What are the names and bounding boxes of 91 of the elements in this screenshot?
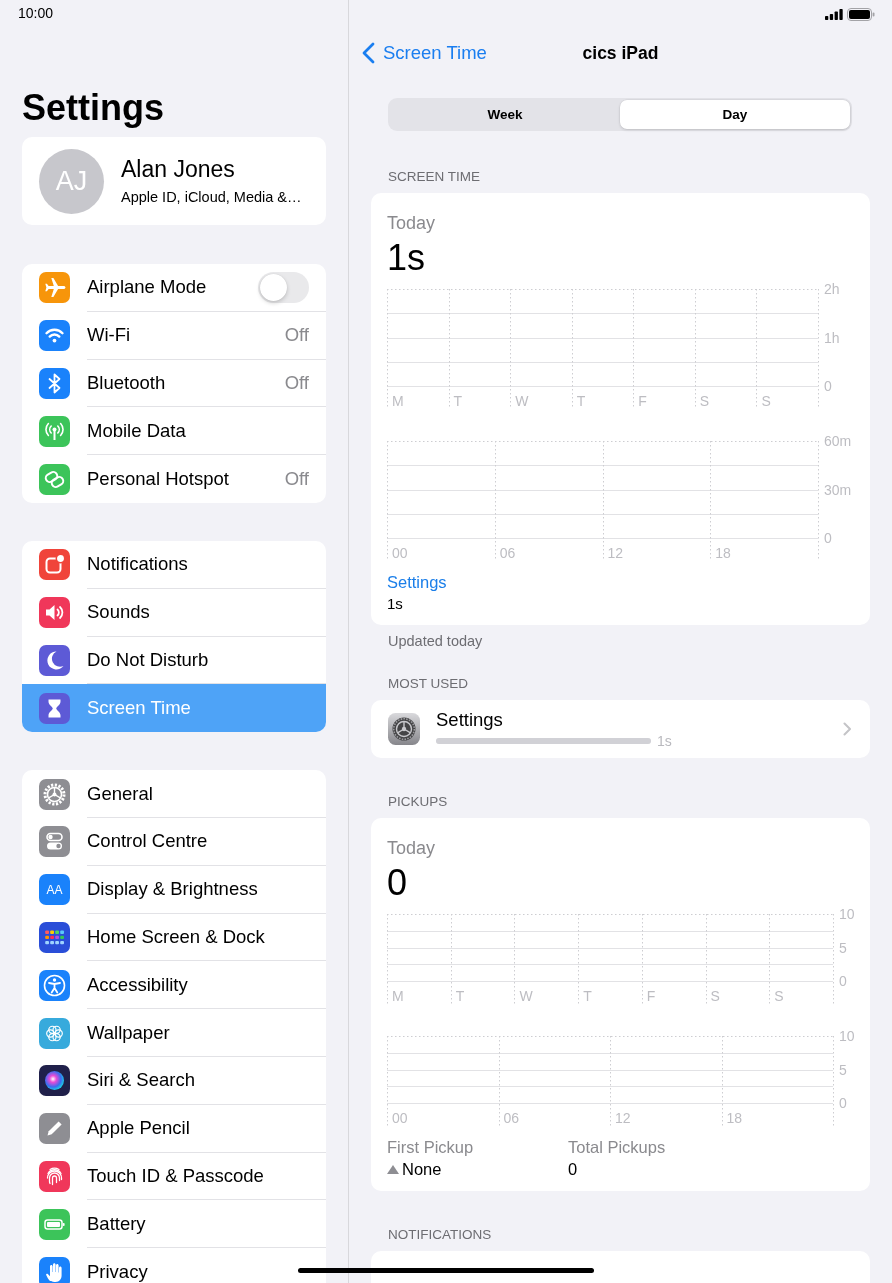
axis-label: 06 <box>499 545 516 561</box>
settings-row[interactable]: Sounds <box>22 588 326 637</box>
back-button[interactable]: Screen Time <box>362 42 487 64</box>
row-value: Off <box>284 468 309 491</box>
segment-tab[interactable]: Week <box>390 100 620 129</box>
profile-name: Alan Jones <box>121 155 236 183</box>
settings-row[interactable]: Personal Hotspot Off <box>22 455 326 503</box>
settings-row[interactable]: AA Display & Brightness <box>22 865 326 914</box>
avatar: AJ <box>39 148 104 214</box>
settings-row[interactable]: Battery <box>22 1200 326 1249</box>
section-header: PICKUPS <box>387 794 449 810</box>
axis-label: 0 <box>839 973 847 989</box>
segment-tab[interactable]: Day <box>620 100 850 129</box>
section-header: MOST USED <box>387 676 469 692</box>
settings-row[interactable]: Siri & Search <box>22 1056 326 1105</box>
settings-row[interactable]: Wallpaper <box>22 1009 326 1057</box>
settings-row[interactable]: General <box>22 770 326 818</box>
chevron-right-icon <box>843 722 851 736</box>
axis-label: 12 <box>607 545 624 561</box>
section-header: SCREEN TIME <box>387 169 481 185</box>
axis-label: M <box>392 393 404 409</box>
total-value: 1s <box>387 238 427 278</box>
axis-label: F <box>646 988 656 1004</box>
triangle-icon <box>387 1164 399 1174</box>
axis-label: 60m <box>824 433 852 449</box>
axis-label: F <box>638 393 647 409</box>
axis-label: M <box>392 988 404 1004</box>
chevron-left-icon <box>362 42 375 64</box>
usage-time: 1s <box>657 733 672 749</box>
axis-label: 12 <box>615 1110 631 1126</box>
axis-label: T <box>583 988 592 1004</box>
settings-row[interactable]: Touch ID & Passcode <box>22 1152 326 1201</box>
row-value: Off <box>284 372 309 394</box>
toggle-switch[interactable] <box>258 271 309 303</box>
axis-label: 18 <box>715 545 731 561</box>
axis-label: 00 <box>392 545 408 561</box>
axis-label: S <box>774 988 784 1004</box>
axis-label: 0 <box>839 1095 847 1111</box>
axis-label: 00 <box>392 1110 408 1126</box>
total-value: 0 <box>387 863 409 903</box>
profile-subtitle: Apple ID, iCloud, Media &… <box>121 188 302 207</box>
axis-label: 18 <box>726 1110 743 1126</box>
axis-label: 5 <box>839 939 847 956</box>
category-label: Settings <box>387 572 448 592</box>
stat-label: Total Pickups <box>568 1137 667 1157</box>
status-time: 10:00 <box>18 5 54 21</box>
axis-label: 06 <box>503 1110 520 1126</box>
axis-label: 1h <box>824 329 840 346</box>
axis-label: S <box>710 988 720 1004</box>
row-value: Off <box>284 324 309 347</box>
axis-label: 2h <box>824 281 840 297</box>
axis-label: S <box>761 393 771 409</box>
settings-row[interactable]: Mobile Data <box>22 407 326 456</box>
app-name: Settings <box>436 709 504 731</box>
settings-row[interactable]: Bluetooth Off <box>22 359 326 408</box>
signal-icon <box>825 9 843 20</box>
settings-row[interactable]: Home Screen & Dock <box>22 913 326 962</box>
settings-row[interactable]: Accessibility <box>22 961 326 1010</box>
app-row[interactable]: Settings 1s <box>388 700 851 758</box>
axis-label: T <box>576 393 586 409</box>
category-time: 1s <box>387 595 404 613</box>
axis-label: W <box>515 393 529 409</box>
settings-row[interactable]: Privacy <box>22 1248 326 1283</box>
axis-label: 0 <box>824 530 832 546</box>
axis-label: 10 <box>839 1028 855 1044</box>
axis-label: T <box>453 393 463 409</box>
axis-label: 10 <box>839 906 855 922</box>
period-label: Today <box>387 837 437 859</box>
settings-row[interactable]: Notifications <box>22 541 326 589</box>
page-title: Settings <box>22 86 165 130</box>
stat-label: First Pickup <box>387 1137 475 1157</box>
settings-row[interactable]: Wi-Fi Off <box>22 311 326 360</box>
settings-row[interactable]: Airplane Mode <box>22 264 326 312</box>
profile-card[interactable]: AJ Alan Jones Apple ID, iCloud, Media &… <box>22 137 326 225</box>
axis-label: 5 <box>839 1061 847 1078</box>
axis-label: S <box>699 393 710 409</box>
axis-label: W <box>519 988 533 1004</box>
period-label: Today <box>387 212 437 234</box>
stat-value: 0 <box>568 1159 578 1179</box>
text-size-icon: AA <box>39 874 70 906</box>
settings-row[interactable]: Apple Pencil <box>22 1104 326 1153</box>
section-footer: Updated today <box>371 633 870 649</box>
axis-label: 30m <box>824 481 852 498</box>
nav-title: cics iPad <box>582 42 659 64</box>
section-header: NOTIFICATIONS <box>387 1227 493 1243</box>
gear-icon <box>388 713 420 745</box>
settings-row[interactable]: Control Centre <box>22 817 326 866</box>
axis-label: 0 <box>824 378 832 394</box>
axis-label: T <box>455 988 465 1004</box>
stat-value: None <box>402 1159 442 1179</box>
battery-icon <box>847 8 875 21</box>
